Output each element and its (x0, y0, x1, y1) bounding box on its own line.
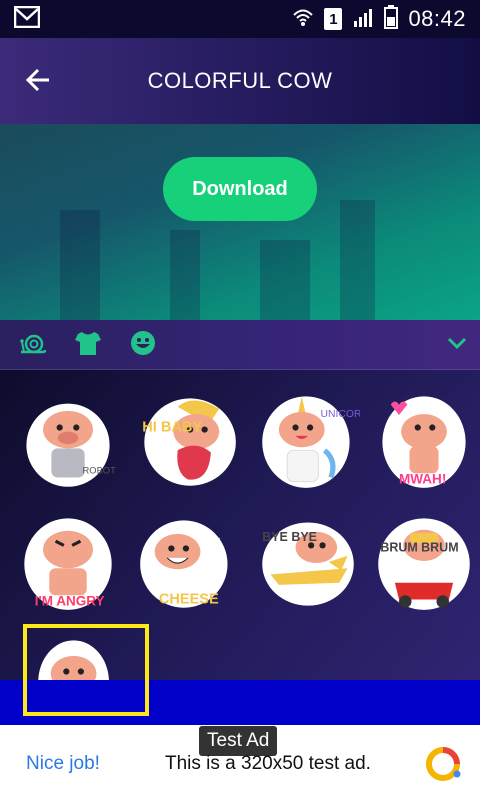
battery-icon (384, 4, 399, 34)
background-building (170, 230, 200, 320)
gmail-icon (13, 5, 41, 33)
sticker-brum-brum[interactable]: BRUM BRUM (372, 510, 476, 614)
tab-smiley[interactable] (128, 330, 158, 360)
sim-badge: 1 (324, 8, 343, 30)
pack-banner: Download (0, 124, 480, 320)
sticker-caption: UNICORN (320, 409, 360, 420)
clock: 08:42 (408, 6, 466, 31)
tab-snail[interactable] (18, 330, 48, 360)
sticker-caption: ROBOT (83, 465, 117, 475)
ad-text: This is a 320x50 test ad. (165, 753, 371, 774)
sticker-angry[interactable]: I'M ANGRY (16, 510, 120, 614)
ad-cta-link[interactable]: Nice job! (26, 753, 100, 775)
sticker-caption: MWAH! (399, 472, 446, 487)
ad-overlay-band (0, 680, 480, 725)
sticker-robot[interactable]: ROBOT (16, 388, 120, 492)
sticker-hi-baby[interactable]: HI BABY (136, 388, 240, 492)
sticker-bye-bye[interactable]: BYE BYE (256, 510, 360, 614)
sticker-caption: CHEESE (159, 592, 219, 608)
sticker-caption: HI BABY (142, 420, 202, 436)
page-title: COLORFUL COW (147, 68, 333, 93)
background-building (340, 200, 375, 320)
smiley-icon (129, 329, 157, 362)
chevron-down-icon (446, 335, 468, 356)
back-button[interactable] (18, 62, 58, 102)
status-bar: 1 08:42 (0, 0, 480, 38)
sticker-grid: ROBOT HI BABY UNICORN MWAH! I'M ANGRY CH… (0, 370, 480, 680)
category-bar (0, 320, 480, 370)
tshirt-icon (74, 330, 102, 361)
ad-logo-icon (423, 744, 463, 784)
tab-tshirt[interactable] (73, 330, 103, 360)
wifi-icon (292, 6, 314, 33)
download-button[interactable]: Download (163, 157, 317, 221)
sticker-mwah[interactable]: MWAH! (372, 388, 476, 492)
snail-icon (19, 330, 47, 361)
sticker-caption: BYE BYE (262, 530, 317, 544)
sticker-unicorn[interactable]: UNICORN (256, 388, 369, 492)
sticker-cow-partial[interactable] (32, 632, 136, 680)
app-header: COLORFUL COW (0, 38, 480, 124)
expand-button[interactable] (442, 330, 472, 360)
arrow-left-icon (24, 66, 52, 99)
signal-icon (352, 6, 374, 33)
ad-tag: Test Ad (199, 726, 278, 756)
background-building (260, 240, 310, 320)
sticker-caption: BRUM BRUM (380, 541, 458, 555)
sticker-cheese[interactable]: CHEESE (136, 510, 240, 614)
sticker-caption: I'M ANGRY (35, 594, 105, 609)
background-building (60, 210, 100, 320)
